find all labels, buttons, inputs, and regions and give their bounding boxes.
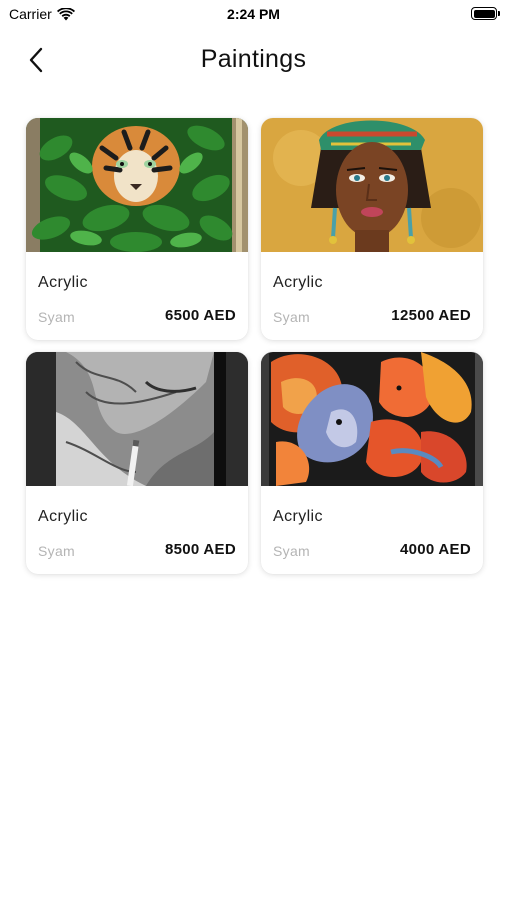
- painting-price: 4000 AED: [399, 541, 471, 558]
- status-bar: Carrier 2:24 PM: [0, 0, 507, 28]
- painting-card[interactable]: Acrylic Syam 4000 AED: [261, 352, 483, 574]
- painting-image-old-man: [26, 352, 248, 486]
- painting-type: Acrylic: [38, 508, 88, 525]
- painting-artist: Syam: [273, 309, 310, 325]
- painting-type: Acrylic: [273, 508, 323, 525]
- painting-image-tiger: [26, 118, 248, 252]
- status-time: 2:24 PM: [227, 6, 280, 22]
- painting-card[interactable]: Acrylic Syam 8500 AED: [26, 352, 248, 574]
- painting-card[interactable]: Acrylic Syam 6500 AED: [26, 118, 248, 340]
- painting-type: Acrylic: [273, 274, 323, 291]
- painting-artist: Syam: [273, 543, 310, 559]
- painting-price: 8500 AED: [164, 541, 236, 558]
- page-title: Paintings: [200, 45, 307, 73]
- painting-image-fish: [261, 352, 483, 486]
- painting-price: 12500 AED: [391, 307, 471, 324]
- nav-header: Paintings: [0, 36, 507, 84]
- painting-card[interactable]: Acrylic Syam 12500 AED: [261, 118, 483, 340]
- screen: Carrier 2:24 PM Paintings Acrylic Syam 6…: [0, 0, 507, 900]
- battery-icon: [471, 7, 500, 20]
- painting-image-portrait: [261, 118, 483, 252]
- painting-artist: Syam: [38, 543, 75, 559]
- painting-artist: Syam: [38, 309, 75, 325]
- painting-price: 6500 AED: [164, 307, 236, 324]
- painting-type: Acrylic: [38, 274, 88, 291]
